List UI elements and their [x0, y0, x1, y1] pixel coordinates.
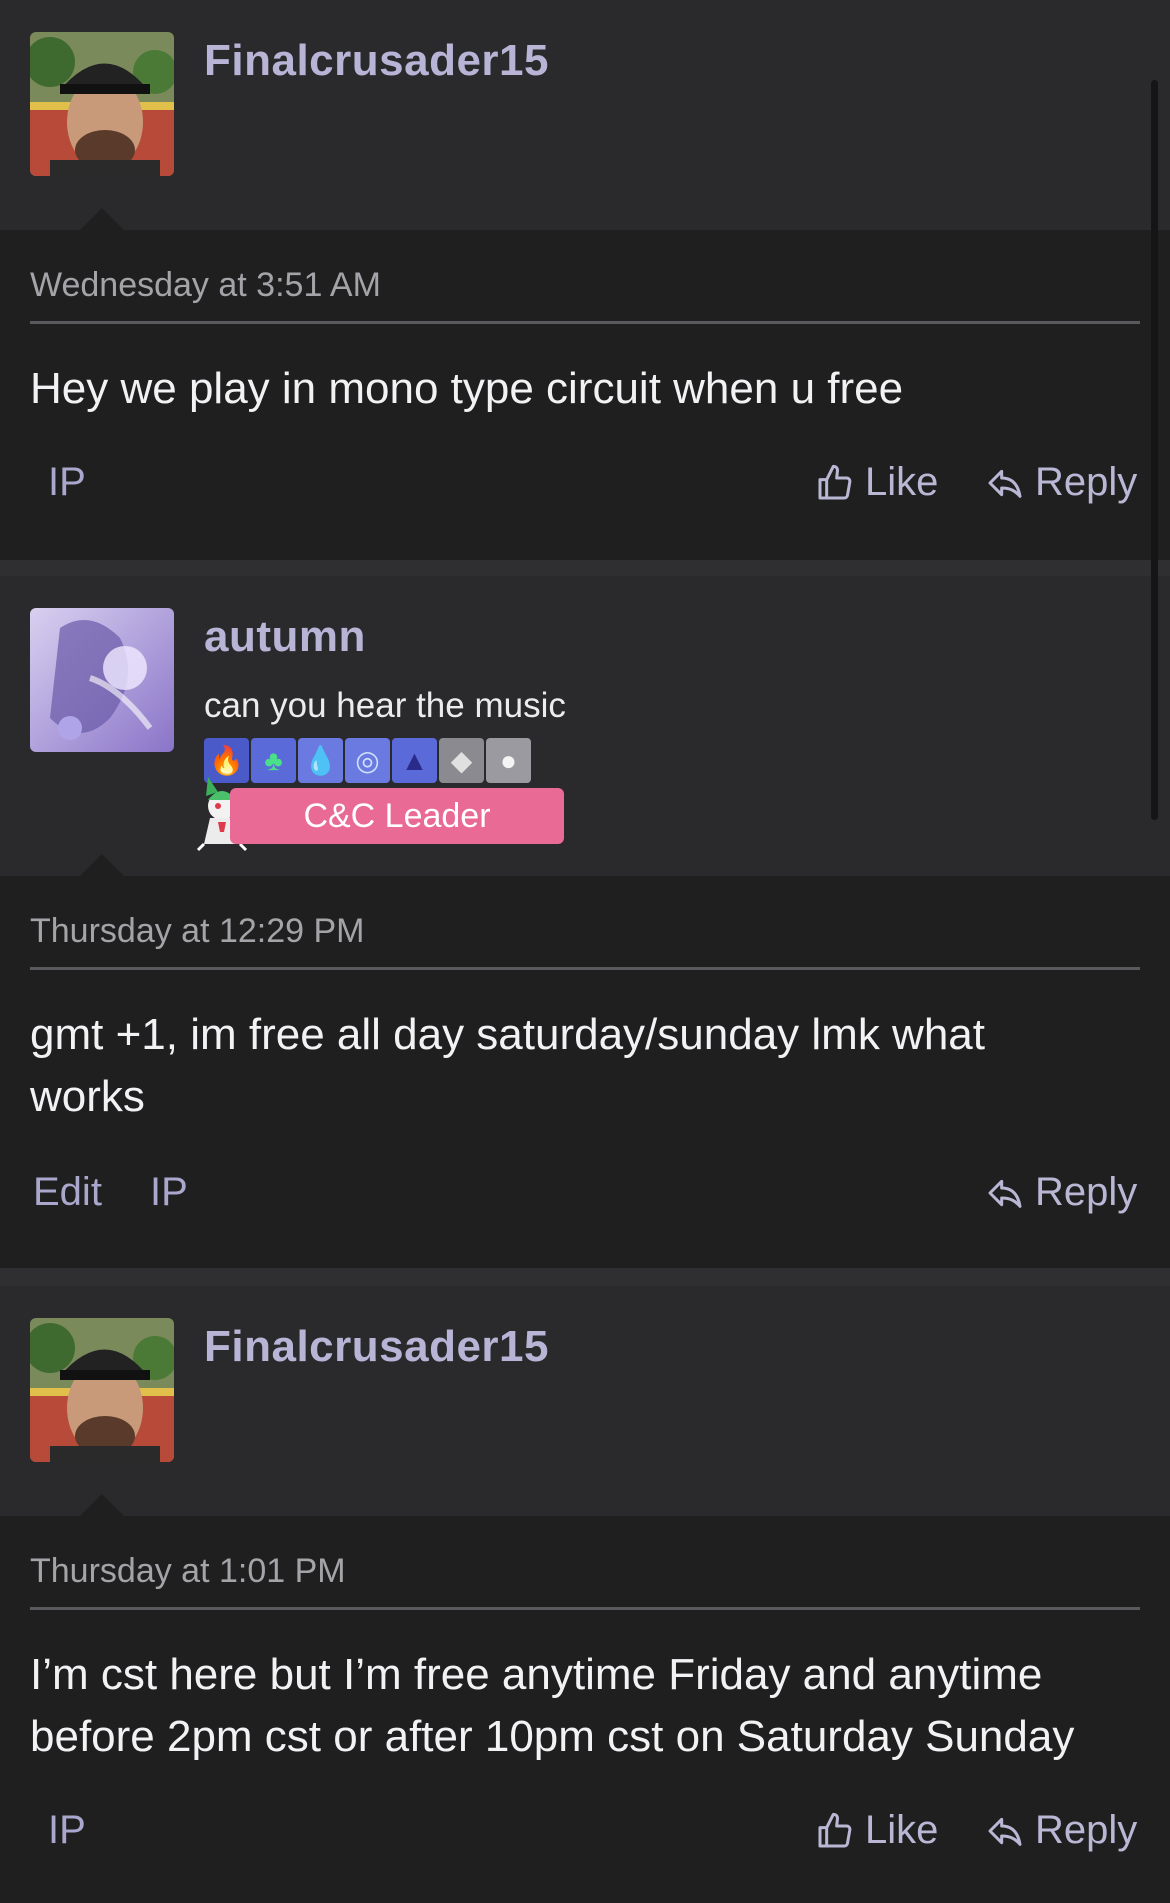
post-header: autumn can you hear the music 🔥 ♣ 💧 ◎ ▲ …: [0, 576, 1170, 876]
ip-link[interactable]: IP: [48, 460, 86, 505]
post-body: Thursday at 1:01 PM I’m cst here but I’m…: [0, 1516, 1170, 1878]
thumbs-up-icon: [818, 1812, 852, 1847]
post: autumn can you hear the music 🔥 ♣ 💧 ◎ ▲ …: [0, 576, 1170, 1268]
like-label: Like: [865, 460, 939, 504]
like-button[interactable]: Like: [815, 460, 938, 505]
reply-button[interactable]: Reply: [985, 460, 1137, 505]
post-body: Thursday at 12:29 PM gmt +1, im free all…: [0, 876, 1170, 1240]
username[interactable]: Finalcrusader15: [204, 36, 549, 86]
reply-button[interactable]: Reply: [985, 1808, 1137, 1853]
post: Finalcrusader15 Wednesday at 3:51 AM Hey…: [0, 0, 1170, 560]
reply-button[interactable]: Reply: [985, 1170, 1137, 1215]
message-text: gmt +1, im free all day saturday/sunday …: [30, 1010, 985, 1121]
grass-badge-icon: ♣: [251, 738, 296, 783]
post-header: Finalcrusader15: [0, 1286, 1170, 1516]
water-badge-icon: 💧: [298, 738, 343, 783]
post-actions: IP Like Reply: [30, 1808, 1140, 1878]
ip-link[interactable]: IP: [48, 1808, 86, 1853]
dark-badge-icon: ▲: [392, 738, 437, 783]
like-label: Like: [865, 1808, 939, 1852]
thumbs-up-icon: [818, 464, 852, 499]
user-avatar[interactable]: [30, 608, 174, 752]
post-actions: Edit IP Reply: [30, 1170, 1140, 1240]
timestamp[interactable]: Thursday at 12:29 PM: [30, 876, 1140, 970]
message-text: I’m cst here but I’m free anytime Friday…: [30, 1650, 1075, 1761]
rock-badge-icon: ◆: [439, 738, 484, 783]
steel-badge-icon: ◎: [345, 738, 390, 783]
like-button[interactable]: Like: [815, 1808, 938, 1853]
role-banner: C&C Leader: [230, 788, 564, 844]
user-avatar[interactable]: [30, 1318, 174, 1462]
message-text: Hey we play in mono type circuit when u …: [30, 364, 904, 413]
timestamp[interactable]: Thursday at 1:01 PM: [30, 1516, 1140, 1610]
reply-label: Reply: [1035, 1808, 1138, 1852]
timestamp[interactable]: Wednesday at 3:51 AM: [30, 230, 1140, 324]
reply-arrow-icon: [988, 469, 1022, 498]
post-actions: IP Like Reply: [30, 460, 1140, 530]
ip-link[interactable]: IP: [150, 1170, 188, 1215]
post-body: Wednesday at 3:51 AM Hey we play in mono…: [0, 230, 1170, 530]
normal-badge-icon: ●: [486, 738, 531, 783]
reply-label: Reply: [1035, 460, 1138, 504]
caret: [80, 854, 124, 876]
username[interactable]: autumn: [204, 612, 366, 662]
caret: [80, 208, 124, 230]
post-header: Finalcrusader15: [0, 0, 1170, 230]
edit-link[interactable]: Edit: [33, 1170, 102, 1215]
reply-label: Reply: [1035, 1170, 1138, 1214]
caret: [80, 1494, 124, 1516]
reply-arrow-icon: [988, 1817, 1022, 1846]
scrollbar[interactable]: [1151, 80, 1158, 820]
user-title: can you hear the music: [204, 686, 566, 725]
post: Finalcrusader15 Thursday at 1:01 PM I’m …: [0, 1286, 1170, 1903]
username[interactable]: Finalcrusader15: [204, 1322, 549, 1372]
user-avatar[interactable]: [30, 32, 174, 176]
reply-arrow-icon: [988, 1179, 1022, 1208]
